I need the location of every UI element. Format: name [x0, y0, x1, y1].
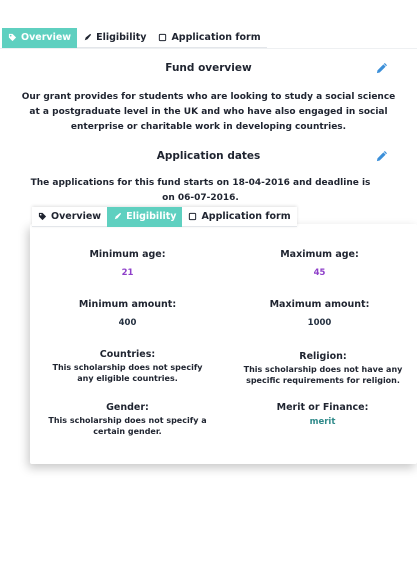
min-age-field: Minimum age: 21	[60, 248, 195, 279]
max-amount-value: 1000	[307, 318, 332, 328]
gender-label: Gender:	[106, 402, 149, 413]
pen-icon	[113, 212, 122, 221]
form-icon	[158, 33, 167, 42]
max-age-field: Maximum age: 45	[252, 248, 387, 279]
tab-eligibility[interactable]: Eligibility	[107, 207, 183, 227]
tab-divider	[0, 48, 417, 49]
tab-label: Eligibility	[96, 32, 147, 43]
fund-overview-title: Fund overview	[165, 62, 252, 74]
tab-application-form[interactable]: Application form	[152, 28, 267, 48]
top-tab-bar: Overview Eligibility Application form	[2, 28, 267, 48]
tab-label: Overview	[51, 211, 102, 222]
tab-label: Overview	[21, 32, 72, 43]
max-amount-label: Maximum amount:	[269, 299, 370, 310]
max-amount-field: Maximum amount: 1000	[252, 298, 387, 329]
religion-field: Religion: This scholarship does not have…	[235, 350, 411, 386]
tag-icon	[8, 33, 17, 42]
countries-field: Countries: This scholarship does not spe…	[36, 348, 219, 384]
religion-label: Religion:	[299, 351, 347, 362]
form-icon	[188, 212, 197, 221]
tab-overview[interactable]: Overview	[32, 207, 108, 227]
countries-text: This scholarship does not specify any el…	[52, 363, 203, 383]
application-dates-title: Application dates	[156, 150, 261, 162]
merit-label: Merit or Finance:	[276, 402, 369, 413]
tab-label: Eligibility	[126, 211, 177, 222]
gender-text: This scholarship does not specify a cert…	[48, 416, 207, 436]
merit-value: merit	[309, 417, 336, 427]
tag-icon	[38, 212, 47, 221]
tab-eligibility[interactable]: Eligibility	[77, 28, 153, 48]
min-age-label: Minimum age:	[89, 249, 166, 260]
eligibility-card: Minimum age: 21 Maximum age: 45 Minimum …	[30, 224, 417, 464]
card-tab-bar: Overview Eligibility Application form	[32, 207, 297, 227]
gender-field: Gender: This scholarship does not specif…	[36, 401, 219, 437]
edit-icon[interactable]	[376, 151, 387, 162]
min-age-value: 21	[121, 268, 134, 278]
tab-overview[interactable]: Overview	[2, 28, 78, 48]
min-amount-field: Minimum amount: 400	[60, 298, 195, 329]
application-dates-text: The applications for this fund starts on…	[30, 178, 371, 203]
min-amount-label: Minimum amount:	[78, 299, 177, 310]
edit-icon[interactable]	[376, 63, 387, 74]
max-age-value: 45	[313, 268, 326, 278]
fund-overview-text: Our grant provides for students who are …	[21, 92, 396, 132]
countries-label: Countries:	[99, 349, 156, 360]
pen-icon	[83, 33, 92, 42]
min-amount-value: 400	[118, 318, 137, 328]
tab-label: Application form	[201, 211, 291, 222]
religion-text: This scholarship does not have any speci…	[243, 365, 403, 385]
tab-application-form[interactable]: Application form	[182, 207, 297, 227]
tab-label: Application form	[171, 32, 261, 43]
max-age-label: Maximum age:	[280, 249, 359, 260]
merit-field: Merit or Finance: merit	[245, 401, 400, 428]
